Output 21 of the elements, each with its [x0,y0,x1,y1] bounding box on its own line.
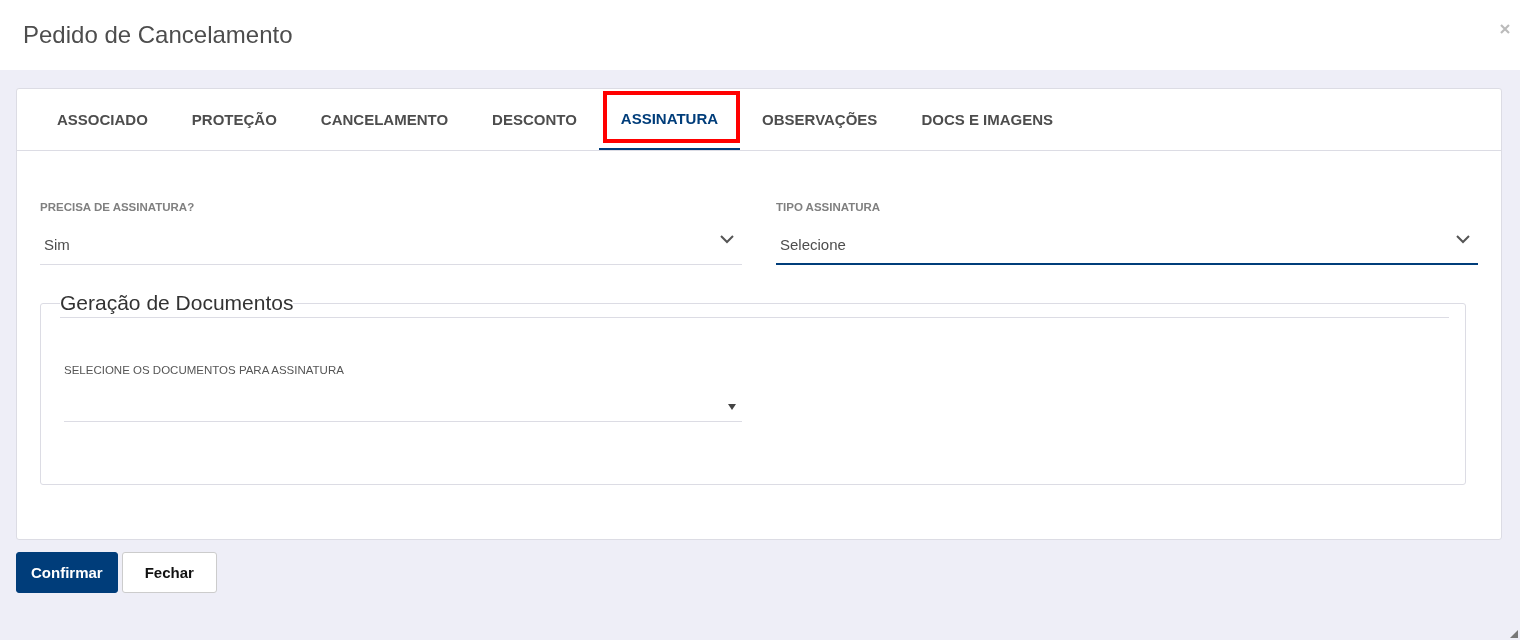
confirm-button[interactable]: Confirmar [16,552,118,593]
select-field[interactable]: Selecione [776,225,1478,265]
field-label: PRECISA DE ASSINATURA? [40,201,196,213]
tab[interactable]: DESCONTO [470,89,599,150]
field-label: TIPO ASSINATURA [776,201,882,213]
tab[interactable]: CANCELAMENTO [298,89,471,150]
close-button[interactable]: Fechar [121,552,217,593]
dialog-title: Pedido de Cancelamento [23,21,293,49]
chevron-down-icon [720,235,734,244]
tab[interactable]: PROTEÇÃO [169,89,299,150]
caret-icon [728,403,736,410]
panel-title: Geração de Documentos [60,291,294,315]
resize-grip-icon[interactable] [1510,630,1518,638]
select-field[interactable]: Sim [40,225,742,265]
chevron-down-icon [1456,234,1470,244]
tab[interactable]: ASSOCIADO [35,89,170,150]
tab[interactable]: OBSERVAÇÕES [740,89,900,150]
tab[interactable]: ASSINATURA [598,89,741,150]
field-label: SELECIONE OS DOCUMENTOS PARA ASSINATURA [64,364,345,376]
tab[interactable]: DOCS E IMAGENS [899,89,1076,150]
close-icon[interactable] [1500,24,1510,34]
